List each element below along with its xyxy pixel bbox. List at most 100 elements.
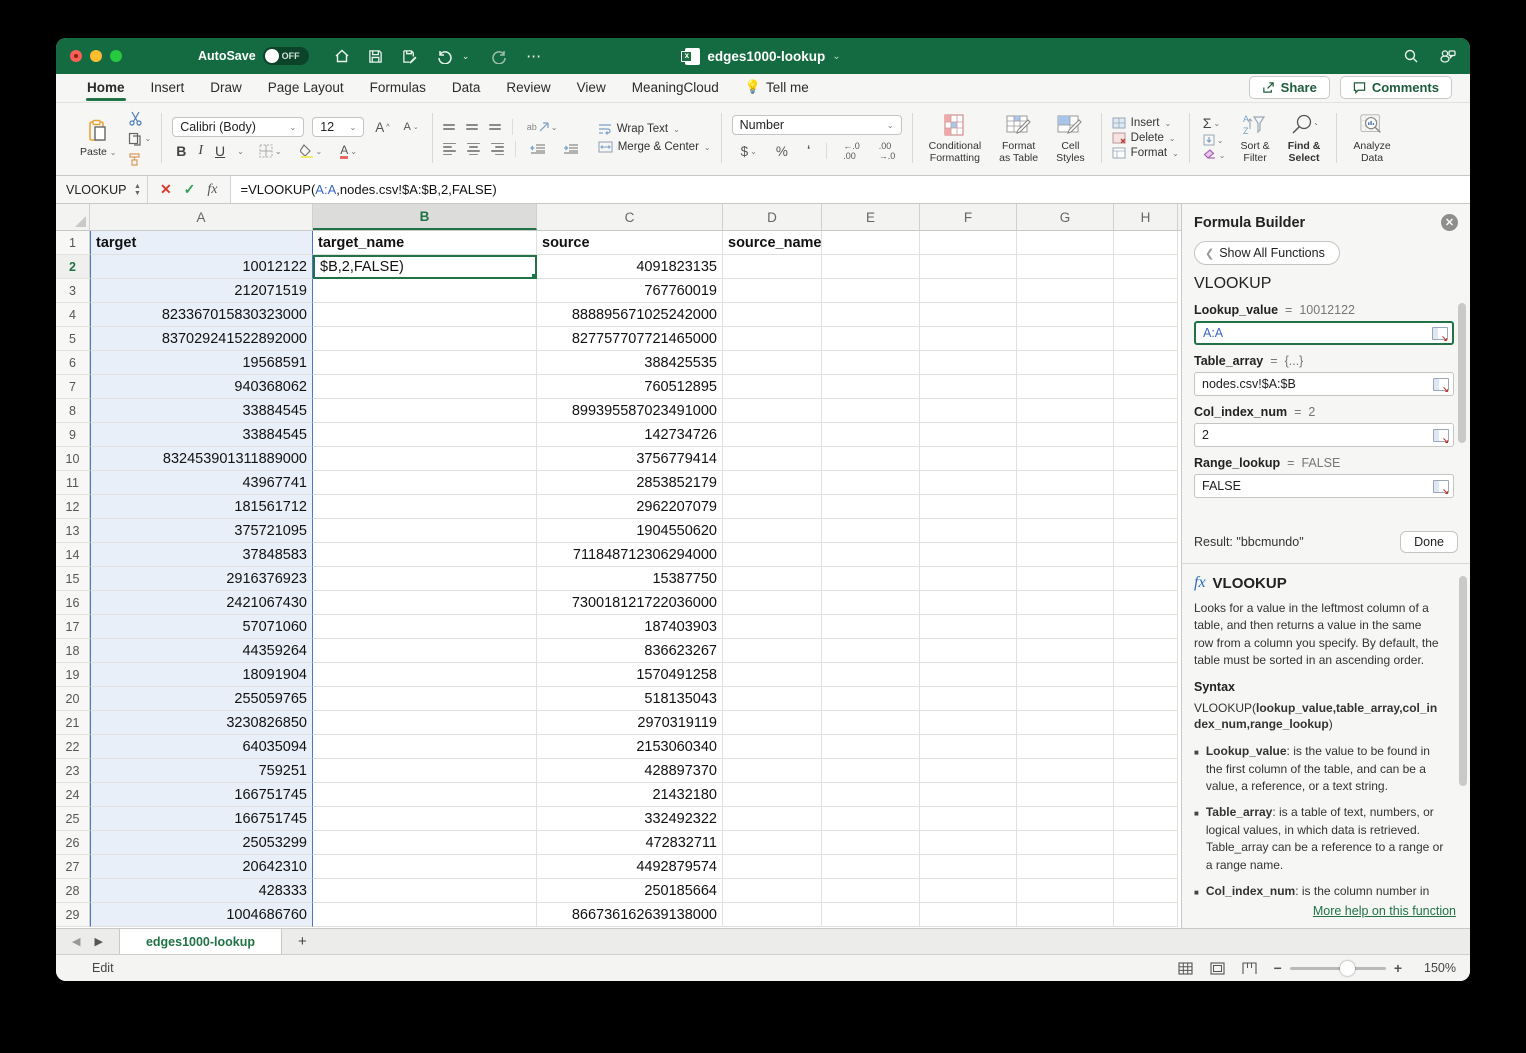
cell-E12[interactable] — [822, 495, 920, 519]
cell-C17[interactable]: 187403903 — [537, 615, 723, 639]
cell-F17[interactable] — [920, 615, 1017, 639]
cell-G16[interactable] — [1017, 591, 1114, 615]
cell-B18[interactable] — [313, 639, 537, 663]
cell-H11[interactable] — [1114, 471, 1178, 495]
confirm-edit-icon[interactable]: ✓ — [184, 181, 196, 198]
cell-C16[interactable]: 730018121722036000 — [537, 591, 723, 615]
cell-G29[interactable] — [1017, 903, 1114, 927]
cell-D11[interactable] — [723, 471, 822, 495]
cell-D18[interactable] — [723, 639, 822, 663]
row-header-14[interactable]: 14 — [56, 543, 90, 567]
cell-E21[interactable] — [822, 711, 920, 735]
cell-D9[interactable] — [723, 423, 822, 447]
cell-D17[interactable] — [723, 615, 822, 639]
conditional-formatting-button[interactable]: ConditionalFormatting — [923, 110, 988, 166]
row-header-27[interactable]: 27 — [56, 855, 90, 879]
cell-F20[interactable] — [920, 687, 1017, 711]
cell-F5[interactable] — [920, 327, 1017, 351]
cell-F14[interactable] — [920, 543, 1017, 567]
cell-E14[interactable] — [822, 543, 920, 567]
cell-A28[interactable]: 428333 — [90, 879, 313, 903]
row-header-28[interactable]: 28 — [56, 879, 90, 903]
tab-view[interactable]: View — [564, 75, 619, 102]
cell-G23[interactable] — [1017, 759, 1114, 783]
save-icon[interactable] — [367, 47, 385, 65]
cell-E23[interactable] — [822, 759, 920, 783]
row-header-22[interactable]: 22 — [56, 735, 90, 759]
cell-H29[interactable] — [1114, 903, 1178, 927]
cell-A3[interactable]: 212071519 — [90, 279, 313, 303]
row-header-5[interactable]: 5 — [56, 327, 90, 351]
tab-page-layout[interactable]: Page Layout — [255, 75, 357, 102]
cell-C29[interactable]: 866736162639138000 — [537, 903, 723, 927]
cell-C19[interactable]: 1570491258 — [537, 663, 723, 687]
row-header-10[interactable]: 10 — [56, 447, 90, 471]
cell-F8[interactable] — [920, 399, 1017, 423]
sort-filter-button[interactable]: AZ Sort &Filter — [1235, 110, 1276, 166]
close-panel-icon[interactable]: ✕ — [1441, 214, 1458, 231]
cell-G28[interactable] — [1017, 879, 1114, 903]
cell-C2[interactable]: 4091823135 — [537, 255, 723, 279]
cell-A29[interactable]: 1004686760 — [90, 903, 313, 927]
cell-B26[interactable] — [313, 831, 537, 855]
cell-F18[interactable] — [920, 639, 1017, 663]
cell-H10[interactable] — [1114, 447, 1178, 471]
undo-chevron-icon[interactable]: ⌄ — [457, 47, 475, 65]
cell-E18[interactable] — [822, 639, 920, 663]
autosum-icon[interactable]: Σ⌄ — [1200, 115, 1229, 131]
cell-C15[interactable]: 15387750 — [537, 567, 723, 591]
cell-A18[interactable]: 44359264 — [90, 639, 313, 663]
number-format-select[interactable]: Number⌄ — [732, 115, 902, 135]
search-icon[interactable] — [1402, 47, 1420, 65]
cell-H16[interactable] — [1114, 591, 1178, 615]
cell-E29[interactable] — [822, 903, 920, 927]
cell-H24[interactable] — [1114, 783, 1178, 807]
cell-G17[interactable] — [1017, 615, 1114, 639]
cell-B23[interactable] — [313, 759, 537, 783]
cell-E8[interactable] — [822, 399, 920, 423]
cell-E2[interactable] — [822, 255, 920, 279]
cell-F21[interactable] — [920, 711, 1017, 735]
cell-H14[interactable] — [1114, 543, 1178, 567]
cell-A10[interactable]: 832453901311889000 — [90, 447, 313, 471]
range-select-icon[interactable] — [1432, 327, 1448, 340]
cell-D2[interactable] — [723, 255, 822, 279]
cell-G22[interactable] — [1017, 735, 1114, 759]
cell-C13[interactable]: 1904550620 — [537, 519, 723, 543]
cell-H9[interactable] — [1114, 423, 1178, 447]
cell-B6[interactable] — [313, 351, 537, 375]
cell-F28[interactable] — [920, 879, 1017, 903]
cell-H3[interactable] — [1114, 279, 1178, 303]
decrease-decimal-icon[interactable]: .00→.0 — [876, 141, 899, 161]
column-header-H[interactable]: H — [1114, 204, 1178, 230]
cell-C5[interactable]: 827757707721465000 — [537, 327, 723, 351]
clear-icon[interactable]: ⌄ — [1200, 149, 1229, 161]
increase-font-icon[interactable]: A^ — [372, 120, 392, 135]
cell-D22[interactable] — [723, 735, 822, 759]
cell-D3[interactable] — [723, 279, 822, 303]
cell-C23[interactable]: 428897370 — [537, 759, 723, 783]
cell-A19[interactable]: 18091904 — [90, 663, 313, 687]
cell-E22[interactable] — [822, 735, 920, 759]
cell-styles-button[interactable]: CellStyles — [1050, 110, 1091, 166]
select-all-corner[interactable] — [56, 204, 90, 230]
format-painter-button[interactable] — [128, 152, 151, 166]
cell-G9[interactable] — [1017, 423, 1114, 447]
comma-format-icon[interactable]: , — [804, 144, 813, 158]
autosave-toggle[interactable]: OFF — [263, 47, 309, 65]
cell-B8[interactable] — [313, 399, 537, 423]
italic-button[interactable]: I — [198, 143, 203, 159]
cell-E1[interactable] — [822, 231, 920, 255]
cell-C8[interactable]: 899395587023491000 — [537, 399, 723, 423]
cell-A2[interactable]: 10012122 — [90, 255, 313, 279]
align-bottom-icon[interactable] — [489, 124, 501, 129]
row-header-17[interactable]: 17 — [56, 615, 90, 639]
copy-button[interactable]: ⌄ — [128, 132, 151, 146]
cell-A8[interactable]: 33884545 — [90, 399, 313, 423]
cell-C7[interactable]: 760512895 — [537, 375, 723, 399]
cell-E24[interactable] — [822, 783, 920, 807]
cell-F19[interactable] — [920, 663, 1017, 687]
cell-F16[interactable] — [920, 591, 1017, 615]
cell-H23[interactable] — [1114, 759, 1178, 783]
cell-B16[interactable] — [313, 591, 537, 615]
